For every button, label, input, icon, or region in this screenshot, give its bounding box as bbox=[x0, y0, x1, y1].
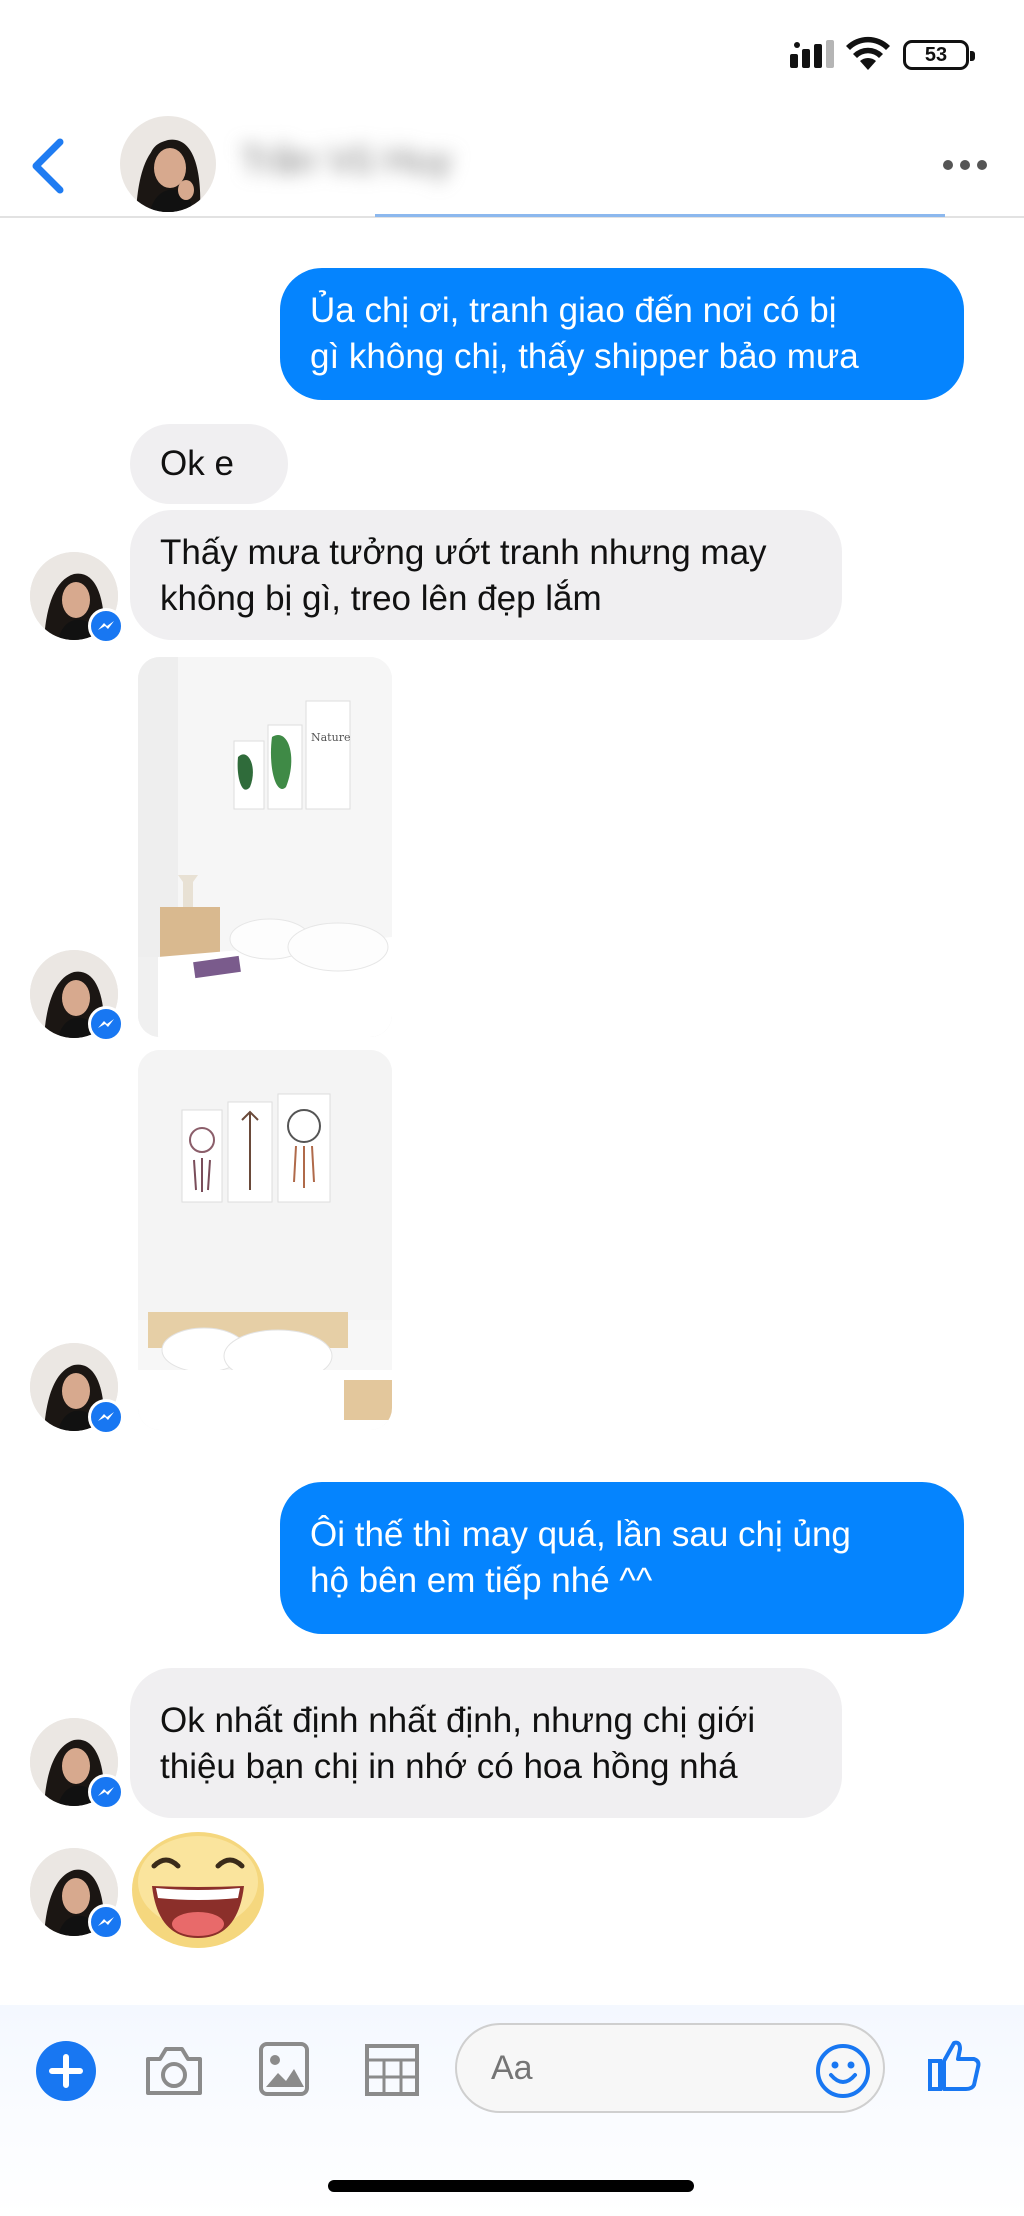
room-photo-image: Nature bbox=[138, 657, 392, 1037]
room-photo-image bbox=[138, 1050, 392, 1430]
message-line: Ok nhất định nhất định, nhưng chị giới bbox=[160, 1701, 756, 1740]
battery-indicator: 53 bbox=[903, 40, 975, 70]
laughing-emoji-sticker[interactable] bbox=[130, 1830, 266, 1950]
avatar-photo-icon bbox=[120, 116, 216, 212]
status-bar: 53 bbox=[0, 0, 1024, 110]
grid-icon[interactable] bbox=[364, 2043, 420, 2097]
camera-icon[interactable] bbox=[144, 2043, 204, 2099]
plus-icon[interactable] bbox=[36, 2041, 96, 2101]
room-photo-dreamcatcher[interactable] bbox=[138, 1050, 392, 1430]
message-line: thiệu bạn chị in nhớ có hoa hồng nhá bbox=[160, 1747, 738, 1786]
more-dots-icon[interactable] bbox=[940, 150, 990, 180]
messenger-badge-icon bbox=[88, 1006, 124, 1042]
cellular-signal-icon bbox=[790, 40, 834, 68]
message-line: Ủa chị ơi, tranh giao đến nơi có bị bbox=[310, 291, 837, 330]
message-bubble-outgoing[interactable]: Ôi thế thì may quá, lần sau chị ủng hộ b… bbox=[280, 1482, 964, 1634]
sender-avatar[interactable] bbox=[30, 552, 124, 644]
message-bubble-incoming[interactable]: Ok nhất định nhất định, nhưng chị giới t… bbox=[130, 1668, 842, 1818]
home-indicator bbox=[328, 2180, 694, 2192]
sender-avatar[interactable] bbox=[30, 1848, 124, 1940]
message-line: Thấy mưa tưởng ướt tranh nhưng may bbox=[160, 533, 767, 572]
header-divider bbox=[375, 214, 945, 217]
gallery-icon[interactable] bbox=[258, 2041, 310, 2097]
contact-name[interactable]: Trần Vũ Huy bbox=[240, 140, 452, 183]
message-bubble-incoming[interactable]: Thấy mưa tưởng ướt tranh nhưng may không… bbox=[130, 510, 842, 640]
sender-avatar[interactable] bbox=[30, 1343, 124, 1435]
message-input[interactable] bbox=[491, 2045, 791, 2091]
thumbs-up-icon[interactable] bbox=[926, 2037, 982, 2093]
emoji-icon[interactable] bbox=[815, 2043, 871, 2099]
sender-avatar[interactable] bbox=[30, 1718, 124, 1810]
back-button[interactable] bbox=[24, 134, 74, 198]
messenger-badge-icon bbox=[88, 608, 124, 644]
message-line: không bị gì, treo lên đẹp lắm bbox=[160, 579, 602, 618]
room-photo-botanical[interactable]: Nature bbox=[138, 657, 392, 1037]
message-line: Ôi thế thì may quá, lần sau chị ủng bbox=[310, 1515, 851, 1554]
message-bubble-outgoing[interactable]: Ủa chị ơi, tranh giao đến nơi có bị gì k… bbox=[280, 268, 964, 400]
message-input-field[interactable] bbox=[455, 2023, 885, 2113]
messenger-badge-icon bbox=[88, 1774, 124, 1810]
wifi-icon bbox=[846, 36, 890, 70]
messenger-badge-icon bbox=[88, 1399, 124, 1435]
contact-avatar[interactable] bbox=[120, 116, 216, 212]
conversation-header: Trần Vũ Huy bbox=[0, 110, 1024, 218]
svg-text:Nature: Nature bbox=[311, 731, 350, 744]
sender-avatar[interactable] bbox=[30, 950, 124, 1042]
message-line: hộ bên em tiếp nhé ^^ bbox=[310, 1561, 653, 1600]
message-bubble-incoming[interactable]: Ok e bbox=[130, 424, 288, 504]
message-line: Ok e bbox=[160, 444, 234, 483]
message-line: gì không chị, thấy shipper bảo mưa bbox=[310, 337, 859, 376]
messenger-badge-icon bbox=[88, 1904, 124, 1940]
